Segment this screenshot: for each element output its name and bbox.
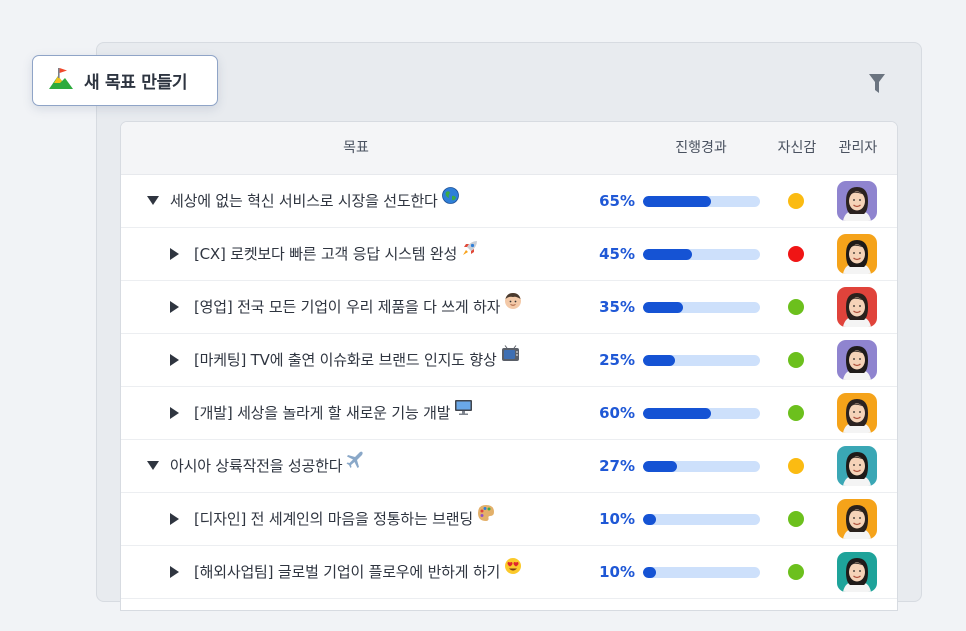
progress-percent: 35% [599, 298, 635, 316]
avatar[interactable] [837, 287, 877, 327]
tv-icon [501, 332, 520, 385]
avatar[interactable] [837, 340, 877, 380]
goal-title[interactable]: [디자인] 전 세계인의 마음을 정통하는 브랜딩 [194, 493, 495, 546]
goal-title-text: [마케팅] TV에 출연 이슈화로 브랜드 인지도 향상 [194, 351, 497, 369]
caret-right-icon[interactable] [169, 248, 181, 260]
table-row[interactable]: [마케팅] TV에 출연 이슈화로 브랜드 인지도 향상 25% [121, 334, 897, 387]
goal-title[interactable]: 세상에 없는 혁신 서비스로 시장을 선도한다 [170, 175, 459, 228]
progress-bar [643, 567, 760, 578]
filter-button[interactable] [864, 72, 890, 100]
progress-bar-fill [643, 302, 683, 313]
header-manager: 관리자 [838, 140, 878, 156]
progress-bar [643, 302, 760, 313]
progress-bar-fill [643, 461, 677, 472]
goal-title-text: 세상에 없는 혁신 서비스로 시장을 선도한다 [170, 192, 438, 210]
rocket-icon [461, 226, 479, 279]
progress-percent: 10% [599, 510, 635, 528]
progress-bar [643, 249, 760, 260]
progress-percent: 27% [599, 457, 635, 475]
goal-title-text: [CX] 로켓보다 빠른 고객 응답 시스템 완성 [194, 245, 458, 263]
flag-mountain-icon [48, 67, 74, 95]
monitor-icon [454, 385, 473, 438]
goal-title[interactable]: 아시아 상륙작전을 성공한다 [170, 440, 364, 493]
palette-icon [477, 491, 495, 544]
confidence-indicator[interactable] [788, 458, 804, 474]
caret-right-icon[interactable] [169, 566, 181, 578]
avatar[interactable] [837, 393, 877, 433]
confidence-indicator[interactable] [788, 246, 804, 262]
table-header: 목표 진행경과 자신감 관리자 [121, 122, 897, 175]
caret-down-icon[interactable] [147, 195, 159, 207]
goal-title[interactable]: [영업] 전국 모든 기업이 우리 제품을 다 쓰게 하자 [194, 281, 522, 334]
caret-right-icon[interactable] [169, 407, 181, 419]
caret-down-icon[interactable] [147, 460, 159, 472]
create-goal-button[interactable]: 새 목표 만들기 [32, 55, 218, 106]
globe-icon [441, 173, 459, 226]
goal-title-text: [영업] 전국 모든 기업이 우리 제품을 다 쓰게 하자 [194, 298, 501, 316]
table-row[interactable]: [해외사업팀] 글로벌 기업이 플로우에 반하게 하기 10% [121, 546, 897, 599]
table-row[interactable]: [개발] 세상을 놀라게 할 새로운 기능 개발 60% [121, 387, 897, 440]
table-row[interactable]: [디자인] 전 세계인의 마음을 정통하는 브랜딩 10% [121, 493, 897, 546]
table-row[interactable]: 아시아 상륙작전을 성공한다 27% [121, 440, 897, 493]
progress-percent: 60% [599, 404, 635, 422]
goal-title-text: 아시아 상륙작전을 성공한다 [170, 457, 343, 475]
person-icon [504, 279, 522, 332]
progress-bar [643, 355, 760, 366]
progress-bar [643, 461, 760, 472]
goal-title[interactable]: [마케팅] TV에 출연 이슈화로 브랜드 인지도 향상 [194, 334, 520, 387]
goals-table: 목표 진행경과 자신감 관리자 세상에 없는 혁신 서비스로 시장을 선도한다 6… [120, 121, 898, 611]
avatar[interactable] [837, 446, 877, 486]
avatar[interactable] [837, 234, 877, 274]
header-confidence: 자신감 [777, 140, 817, 156]
airplane-icon [346, 438, 364, 491]
confidence-indicator[interactable] [788, 405, 804, 421]
goal-title-text: [해외사업팀] 글로벌 기업이 플로우에 반하게 하기 [194, 563, 501, 581]
table-row[interactable]: 세상에 없는 혁신 서비스로 시장을 선도한다 65% [121, 175, 897, 228]
progress-bar-fill [643, 567, 656, 578]
progress-bar [643, 196, 760, 207]
create-goal-label: 새 목표 만들기 [84, 73, 188, 93]
goal-title-text: [개발] 세상을 놀라게 할 새로운 기능 개발 [194, 404, 451, 422]
header-progress: 진행경과 [675, 140, 727, 156]
goal-title[interactable]: [CX] 로켓보다 빠른 고객 응답 시스템 완성 [194, 228, 479, 281]
progress-bar-fill [643, 249, 693, 260]
progress-bar-fill [643, 408, 711, 419]
caret-right-icon[interactable] [169, 301, 181, 313]
confidence-indicator[interactable] [788, 511, 804, 527]
progress-bar [643, 408, 760, 419]
goal-title[interactable]: [개발] 세상을 놀라게 할 새로운 기능 개발 [194, 387, 473, 440]
progress-bar-fill [643, 355, 675, 366]
avatar[interactable] [837, 552, 877, 592]
progress-percent: 10% [599, 563, 635, 581]
header-goal: 목표 [343, 140, 369, 156]
avatar[interactable] [837, 499, 877, 539]
table-row[interactable]: [영업] 전국 모든 기업이 우리 제품을 다 쓰게 하자 35% [121, 281, 897, 334]
table-body: 세상에 없는 혁신 서비스로 시장을 선도한다 65% [CX] 로켓보다 빠른 고… [121, 175, 897, 599]
confidence-indicator[interactable] [788, 352, 804, 368]
progress-bar-fill [643, 196, 711, 207]
table-row[interactable]: [CX] 로켓보다 빠른 고객 응답 시스템 완성 45% [121, 228, 897, 281]
caret-right-icon[interactable] [169, 513, 181, 525]
goal-title[interactable]: [해외사업팀] 글로벌 기업이 플로우에 반하게 하기 [194, 546, 522, 599]
progress-bar [643, 514, 760, 525]
caret-right-icon[interactable] [169, 354, 181, 366]
progress-percent: 45% [599, 245, 635, 263]
heart-eyes-icon [504, 544, 522, 597]
confidence-indicator[interactable] [788, 193, 804, 209]
progress-percent: 25% [599, 351, 635, 369]
goal-title-text: [디자인] 전 세계인의 마음을 정통하는 브랜딩 [194, 510, 473, 528]
filter-icon [868, 73, 886, 99]
progress-bar-fill [643, 514, 656, 525]
confidence-indicator[interactable] [788, 299, 804, 315]
progress-percent: 65% [599, 192, 635, 210]
confidence-indicator[interactable] [788, 564, 804, 580]
avatar[interactable] [837, 181, 877, 221]
